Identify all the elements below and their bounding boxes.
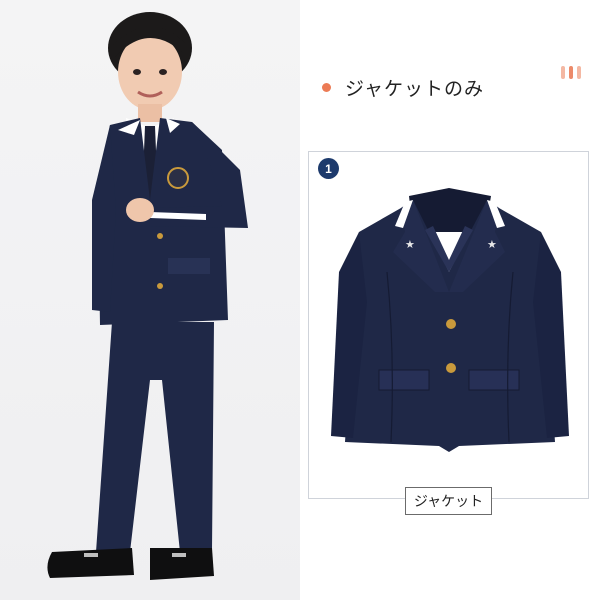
bullet-dot-icon bbox=[322, 82, 331, 92]
decorative-bars bbox=[561, 66, 581, 79]
jacket-product-panel: 1 ★ ★ bbox=[308, 151, 589, 499]
deco-bar bbox=[577, 66, 581, 79]
section-heading: ジャケットのみ bbox=[322, 72, 484, 102]
heading-title: ジャケットのみ bbox=[345, 77, 485, 100]
model-photo bbox=[0, 0, 300, 600]
deco-bar bbox=[561, 66, 565, 79]
jacket-illustration: ★ ★ bbox=[331, 188, 569, 452]
svg-text:★: ★ bbox=[405, 238, 415, 251]
boy-in-suit-illustration bbox=[47, 12, 248, 580]
jacket-caption: ジャケット bbox=[405, 487, 492, 515]
deco-bar bbox=[569, 66, 573, 79]
svg-text:★: ★ bbox=[487, 238, 497, 251]
